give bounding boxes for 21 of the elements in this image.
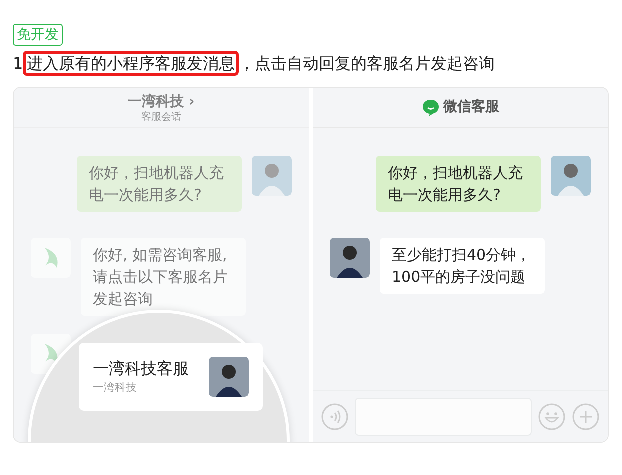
emoji-icon[interactable] xyxy=(538,402,566,430)
contact-company: 一湾科技 xyxy=(93,380,138,396)
message-bubble: 你好, 如需咨询客服, 请点击以下客服名片发起咨询 xyxy=(81,238,246,316)
chat-title: 微信客服 xyxy=(444,98,500,117)
chat-bubble-icon xyxy=(422,98,440,116)
avatar xyxy=(551,156,591,196)
contact-name: 一湾科技客服 xyxy=(93,358,189,380)
tag-label: 免开发 xyxy=(13,24,63,46)
message-bubble: 你好，扫地机器人充电一次能用多久? xyxy=(376,156,541,212)
instruction-text: 1 进入原有的小程序客服发消息 ，点击自动回复的客服名片发起咨询 xyxy=(13,51,609,77)
message-bubble: 至少能打扫40分钟，100平的房子没问题 xyxy=(380,238,545,294)
avatar xyxy=(252,156,292,196)
voice-icon[interactable] xyxy=(321,402,349,430)
avatar xyxy=(330,238,370,278)
avatar xyxy=(209,357,249,397)
logo-avatar xyxy=(31,238,71,278)
chat-title: 一湾科技 › xyxy=(128,92,195,112)
chat-subtitle: 客服会话 xyxy=(142,113,182,123)
contact-card[interactable]: 一湾科技客服 一湾科技 xyxy=(79,343,263,411)
plus-icon[interactable] xyxy=(572,402,600,430)
message-bubble: 你好，扫地机器人充电一次能用多久? xyxy=(77,156,242,212)
